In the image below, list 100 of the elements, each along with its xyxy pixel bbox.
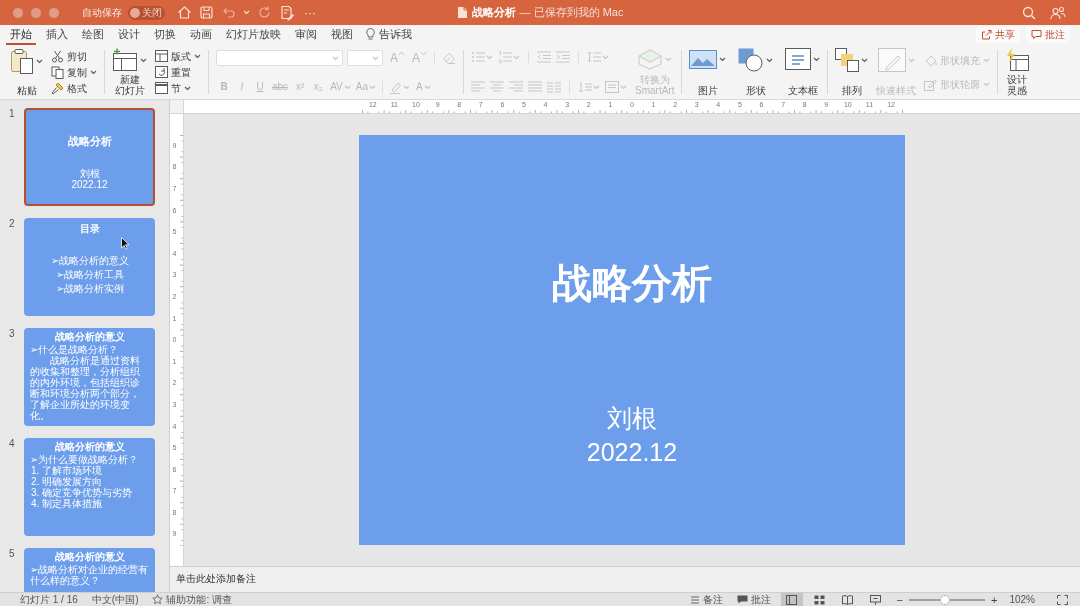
document-title: 战略分析 — [471, 5, 516, 21]
caret-icon — [513, 54, 521, 60]
ribbon-tab[interactable]: 绘图 — [78, 25, 108, 45]
toggle-knob-icon — [130, 7, 140, 18]
decrease-indent-button[interactable] — [537, 51, 552, 63]
comments-button[interactable]: 批注 — [1026, 26, 1070, 43]
eraser-icon[interactable] — [442, 51, 457, 65]
accessibility-button[interactable]: 辅助功能: 调查 — [152, 593, 233, 606]
pointer-cursor-icon — [121, 237, 130, 250]
slide-date: 2022.12 — [586, 437, 678, 467]
copy-button[interactable]: 复制 — [51, 64, 97, 80]
increase-indent-button[interactable] — [556, 51, 571, 63]
text-direction-button[interactable] — [578, 81, 601, 93]
designer-button[interactable]: 设计 灵感 — [1005, 48, 1030, 96]
zoom-level: 102% — [1009, 593, 1035, 606]
close-button[interactable] — [12, 6, 24, 19]
thumbnail-title: 目录 — [79, 223, 100, 235]
new-slide-button[interactable]: 新建 幻灯片 — [112, 48, 147, 96]
more-button[interactable]: ··· — [304, 6, 316, 19]
thumbnail-title: 战略分析 — [67, 134, 112, 148]
thumbnail-text: ➢为什么要做战略分析？ — [30, 454, 139, 465]
font-size-field[interactable] — [347, 50, 383, 66]
save-status: — 已保存到我的 Mac — [519, 5, 624, 21]
language-indicator: 中文(中国) — [91, 593, 139, 606]
zoom-in-button[interactable]: + — [991, 593, 998, 606]
slide-number: 4 — [8, 438, 16, 450]
text-box-button[interactable]: 文本框 — [785, 48, 821, 96]
share-button[interactable]: 共享 — [976, 26, 1020, 43]
slide-number: 1 — [8, 108, 16, 120]
maximize-button[interactable] — [48, 6, 60, 19]
paste-button[interactable]: 粘贴 — [10, 48, 43, 96]
thumbnail-text: 2022.12 — [71, 179, 108, 190]
format-painter-button[interactable]: 格式 — [51, 80, 97, 96]
zoom-out-button[interactable]: − — [896, 593, 903, 606]
tell-me-button[interactable]: 告诉我 — [365, 25, 412, 45]
ribbon-tab[interactable]: 动画 — [186, 25, 216, 45]
thumbnail-text: ➢什么是战略分析？ — [30, 344, 118, 355]
outdent-icon — [537, 51, 552, 63]
numbered-list-icon — [498, 51, 513, 63]
align-text-button[interactable] — [605, 81, 628, 93]
ribbon-tab[interactable]: 幻灯片放映 — [222, 25, 285, 45]
ribbon-tab[interactable]: 插入 — [42, 25, 72, 45]
ribbon-tab[interactable]: 审阅 — [291, 25, 321, 45]
notes-field[interactable]: 单击此处添加备注 — [170, 567, 1080, 592]
section-icon — [155, 82, 168, 94]
clipboard-icon — [10, 48, 34, 75]
arrange-button[interactable]: 排列 — [835, 48, 869, 96]
thumbnail-text: ➢战略分析的意义 — [50, 255, 129, 266]
slide-number: 3 — [8, 328, 16, 340]
view-button[interactable] — [780, 593, 803, 606]
thumbnail-text: 刘根 — [79, 168, 100, 179]
scissors-icon — [51, 49, 64, 63]
search-icon[interactable] — [1022, 5, 1036, 20]
people-icon[interactable] — [1050, 5, 1066, 20]
thumbnail-text: ➢战略分析工具 — [55, 269, 124, 280]
picture-icon — [689, 48, 718, 70]
bulleted-list-icon — [471, 51, 486, 63]
undo-icon[interactable] — [221, 5, 236, 20]
caret-icon — [719, 56, 727, 62]
thumbnail-text: 2. 明确发展方向 — [30, 476, 103, 487]
caret-icon — [813, 56, 821, 62]
caret-icon — [486, 54, 494, 60]
share-icon — [981, 29, 992, 40]
caret-icon — [368, 84, 376, 90]
notes-button[interactable]: 备注 — [689, 593, 723, 606]
highlight-button[interactable] — [388, 80, 410, 94]
highlighter-icon — [388, 80, 402, 94]
caret-icon — [184, 85, 191, 91]
ribbon-tab[interactable]: 切换 — [150, 25, 180, 45]
reset-button[interactable]: 重置 — [155, 64, 201, 80]
autosave-label: 自动保存 — [82, 6, 122, 20]
save-icon[interactable] — [199, 5, 214, 20]
home-icon[interactable] — [177, 5, 192, 20]
line-spacing-button[interactable] — [587, 51, 610, 63]
slider-thumb[interactable] — [939, 594, 950, 605]
autosave-toggle[interactable]: 关闭 — [128, 5, 165, 20]
comments-button[interactable]: 批注 — [736, 593, 771, 606]
cut-button[interactable]: 剪切 — [51, 48, 97, 64]
caret-icon — [343, 84, 351, 90]
indent-icon — [556, 51, 571, 63]
caret-icon — [243, 10, 250, 15]
numbering-button[interactable] — [498, 51, 521, 63]
fit-to-window-icon[interactable] — [1057, 594, 1068, 605]
caret-icon — [423, 84, 431, 90]
redo-icon[interactable] — [257, 5, 272, 20]
layout-button[interactable]: 版式 — [155, 48, 201, 64]
lightbulb-icon — [365, 27, 376, 41]
thumbnail-text: ➢战略分析对企业的经营有什么样的意义？ — [30, 564, 149, 586]
section-button[interactable]: 节 — [155, 80, 201, 96]
speech-bubble-icon — [1031, 29, 1042, 40]
paintbrush-icon — [51, 81, 64, 95]
picture-button[interactable]: 图片 — [689, 48, 727, 96]
minimize-button[interactable] — [30, 6, 42, 19]
document-pen-icon[interactable] — [279, 4, 295, 21]
ribbon-tab[interactable]: 视图 — [327, 25, 357, 45]
shapes-button[interactable]: 形状 — [738, 48, 774, 96]
caret-icon — [593, 84, 601, 90]
thumbnail-text: ➢战略分析实例 — [55, 283, 124, 294]
grid-view-icon — [814, 594, 826, 605]
ribbon-tab[interactable]: 设计 — [114, 25, 144, 45]
